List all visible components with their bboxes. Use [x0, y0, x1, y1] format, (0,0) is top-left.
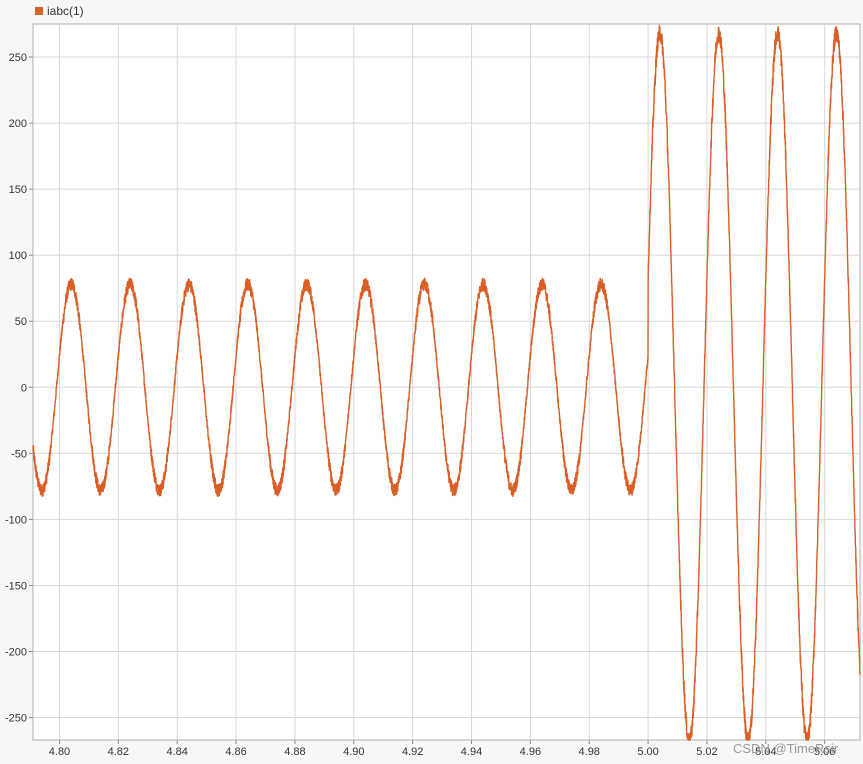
x-tick-label: 4.94 [461, 746, 482, 758]
x-tick-label: 4.96 [520, 746, 541, 758]
y-tick-label: -150 [5, 580, 27, 592]
legend-swatch [35, 7, 43, 15]
y-tick-label: 250 [9, 52, 27, 64]
x-tick-label: 4.98 [579, 746, 600, 758]
y-tick-label: -200 [5, 646, 27, 658]
y-tick-label: 150 [9, 184, 27, 196]
chart-root: iabc(1) 250 200 150 100 50 0 -50 -100 -150 -200 -2… [0, 0, 863, 764]
x-tick-label: 4.86 [225, 746, 246, 758]
x-tick-label: 4.88 [284, 746, 305, 758]
y-tick-label: -50 [11, 448, 27, 460]
x-tick-label: 5.00 [637, 746, 658, 758]
plot-area[interactable] [32, 23, 861, 741]
y-tick-label: 200 [9, 118, 27, 130]
x-tick-label: 4.84 [166, 746, 187, 758]
y-tick-label: 100 [9, 250, 27, 262]
watermark: CSDN @TimeRsir [733, 741, 839, 756]
y-tick-label: -100 [5, 514, 27, 526]
y-tick-label: 50 [15, 316, 27, 328]
x-tick-label: 4.90 [343, 746, 364, 758]
y-tick-label: -250 [5, 713, 27, 725]
x-tick-label: 4.92 [402, 746, 423, 758]
x-tick-label: 4.80 [49, 746, 70, 758]
y-tick-label: 0 [21, 382, 27, 394]
legend-label: iabc(1) [47, 4, 84, 18]
x-tick-label: 4.82 [108, 746, 129, 758]
x-tick-label: 5.02 [696, 746, 717, 758]
